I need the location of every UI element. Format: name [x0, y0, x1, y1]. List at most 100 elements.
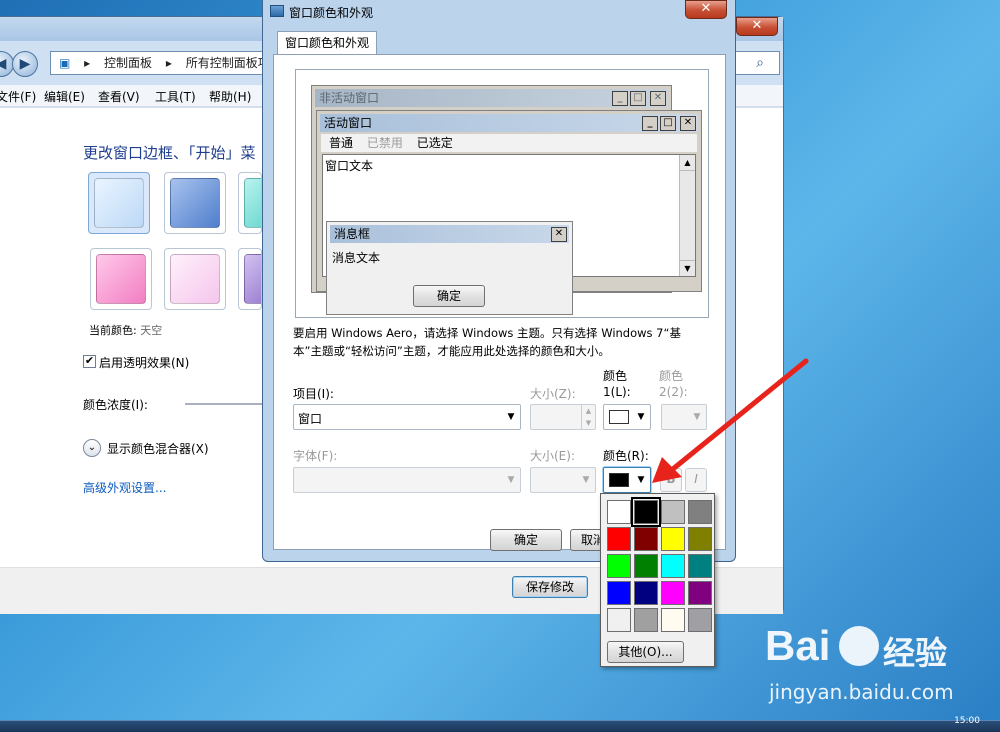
chevron-down-icon: ▼ [637, 412, 645, 422]
color-swatch-fuchsia[interactable] [90, 248, 152, 310]
taskbar: 15:00 [0, 716, 1000, 732]
close-icon: ✕ [650, 91, 666, 106]
color-cell[interactable] [607, 500, 631, 524]
chevron-down-icon: ▼ [507, 475, 515, 485]
transparency-checkbox[interactable]: ✔ [83, 355, 96, 368]
breadcrumb-separator-icon: ▸ [165, 56, 172, 70]
chevron-down-icon: ▼ [507, 412, 515, 422]
breadcrumb-item-control-panel[interactable]: 控制面板 [104, 56, 152, 70]
color-cell[interactable] [688, 581, 712, 605]
baidu-jingyan-text: 经验 [883, 634, 948, 672]
color-cell[interactable] [688, 554, 712, 578]
annotation-arrow [652, 358, 809, 483]
font-select[interactable]: ▼ [293, 467, 521, 493]
color-cell[interactable] [688, 608, 712, 632]
menu-file[interactable]: 文件(F) [0, 88, 36, 105]
current-color-label: 当前颜色: [89, 324, 137, 337]
control-panel-icon: ▣ [59, 56, 71, 70]
transparency-label: 启用透明效果(N) [99, 356, 190, 370]
color-swatch-blush[interactable] [164, 248, 226, 310]
preview-active-title: 活动窗口 [324, 116, 373, 130]
font-label: 字体(F): [293, 449, 338, 463]
tab-window-color[interactable]: 窗口颜色和外观 [277, 31, 377, 55]
current-color: 当前颜色: 天空 [89, 322, 162, 338]
color-swatch-sky[interactable] [88, 172, 150, 234]
intensity-slider-track[interactable] [185, 403, 263, 405]
font-size-label: 大小(E): [530, 449, 575, 463]
preview-scrollbar: ▲ ▼ [679, 155, 695, 276]
intensity-label: 颜色浓度(I): [83, 398, 148, 412]
color-swatch-sea[interactable] [238, 172, 262, 234]
menu-help[interactable]: 帮助(H) [209, 88, 251, 105]
clock-time: 15:00 [954, 716, 980, 726]
control-panel-close-button[interactable]: ✕ [736, 17, 778, 36]
color-mixer-toggle[interactable]: 显示颜色混合器(X) [107, 440, 209, 457]
color-cell[interactable] [661, 527, 685, 551]
preview-menu-disabled: 已禁用 [366, 136, 403, 150]
color-cell[interactable] [634, 608, 658, 632]
swatch-fill [94, 178, 144, 228]
font-size-select[interactable]: ▼ [530, 467, 596, 493]
swatch-fill [170, 178, 220, 228]
size-label: 大小(Z): [530, 387, 576, 401]
breadcrumb-separator-icon: ▸ [84, 56, 91, 70]
swatch-fill [244, 254, 261, 304]
color1-label-b: 1(L): [603, 385, 631, 399]
dialog-ok-button[interactable]: 确定 [490, 529, 562, 551]
size-stepper[interactable]: ▲ ▼ [530, 404, 596, 430]
color-cell[interactable] [631, 497, 661, 527]
color-cell[interactable] [661, 500, 685, 524]
color-cell[interactable] [661, 554, 685, 578]
preview-msgbox-title: 消息框 [334, 227, 371, 241]
menu-edit[interactable]: 编辑(E) [44, 88, 85, 105]
aero-info-line2: 本”主题或“轻松访问”主题，才能应用此处选择的颜色和大小。 [293, 344, 610, 358]
baidu-jingyan-watermark: Bai 经验 jingyan.baidu.com [765, 622, 965, 712]
forward-button[interactable]: ▶ [12, 51, 38, 77]
color-cell[interactable] [634, 581, 658, 605]
color1-picker[interactable]: ▼ [603, 404, 651, 430]
save-changes-button[interactable]: 保存修改 [512, 576, 588, 598]
baidu-paw-icon [839, 626, 879, 666]
color-cell[interactable] [607, 581, 631, 605]
color-cell[interactable] [661, 581, 685, 605]
preview-msgbox-titlebar: 消息框 ✕ [330, 225, 569, 243]
preview-menu-normal: 普通 [329, 136, 354, 150]
preview-message-box: 消息框 ✕ 消息文本 确定 [326, 221, 573, 315]
item-select[interactable]: 窗口 ▼ [293, 404, 521, 430]
swatch-fill [170, 254, 220, 304]
minimize-icon: _ [612, 91, 628, 106]
maximize-icon: □ [660, 116, 676, 131]
color-swatch-violet[interactable] [238, 248, 262, 310]
breadcrumb-item-all-items[interactable]: 所有控制面板项 [186, 56, 270, 70]
baidu-logo-text: Bai [765, 622, 831, 669]
maximize-icon: □ [630, 91, 646, 106]
color-cell[interactable] [688, 500, 712, 524]
chevron-down-icon: ▼ [637, 475, 645, 485]
color-cell[interactable] [661, 608, 685, 632]
other-colors-button[interactable]: 其他(O)... [607, 641, 684, 663]
dialog-app-icon [270, 5, 284, 17]
dialog-close-button[interactable]: ✕ [685, 0, 727, 19]
color-cell[interactable] [688, 527, 712, 551]
page-title: 更改窗口边框、「开始」菜 [83, 144, 256, 162]
preview-active-titlebar: 活动窗口 _ □ ✕ [320, 114, 698, 132]
color-cell[interactable] [607, 608, 631, 632]
color-cell[interactable] [607, 554, 631, 578]
advanced-appearance-link[interactable]: 高级外观设置... [83, 479, 166, 496]
chevron-down-icon[interactable]: ⌄ [83, 439, 101, 457]
preview-ok-button: 确定 [413, 285, 485, 307]
appearance-preview: 非活动窗口 _ □ ✕ 活动窗口 _ □ ✕ 普通 已禁用 已选定 窗口文本 ▲… [295, 69, 709, 318]
menu-tools[interactable]: 工具(T) [155, 88, 196, 105]
menu-view[interactable]: 查看(V) [98, 88, 140, 105]
font-color-preview [609, 473, 629, 487]
preview-menu-selected: 已选定 [416, 136, 453, 150]
current-color-value: 天空 [140, 324, 163, 337]
color-cell[interactable] [634, 554, 658, 578]
preview-msgbox-text: 消息文本 [332, 251, 381, 265]
color-cell[interactable] [634, 527, 658, 551]
color-cell[interactable] [607, 527, 631, 551]
color-swatch-twilight[interactable] [164, 172, 226, 234]
font-color-picker[interactable]: ▼ [603, 467, 651, 493]
scroll-up-icon: ▲ [680, 155, 695, 171]
search-icon[interactable]: ⌕ [749, 53, 771, 73]
